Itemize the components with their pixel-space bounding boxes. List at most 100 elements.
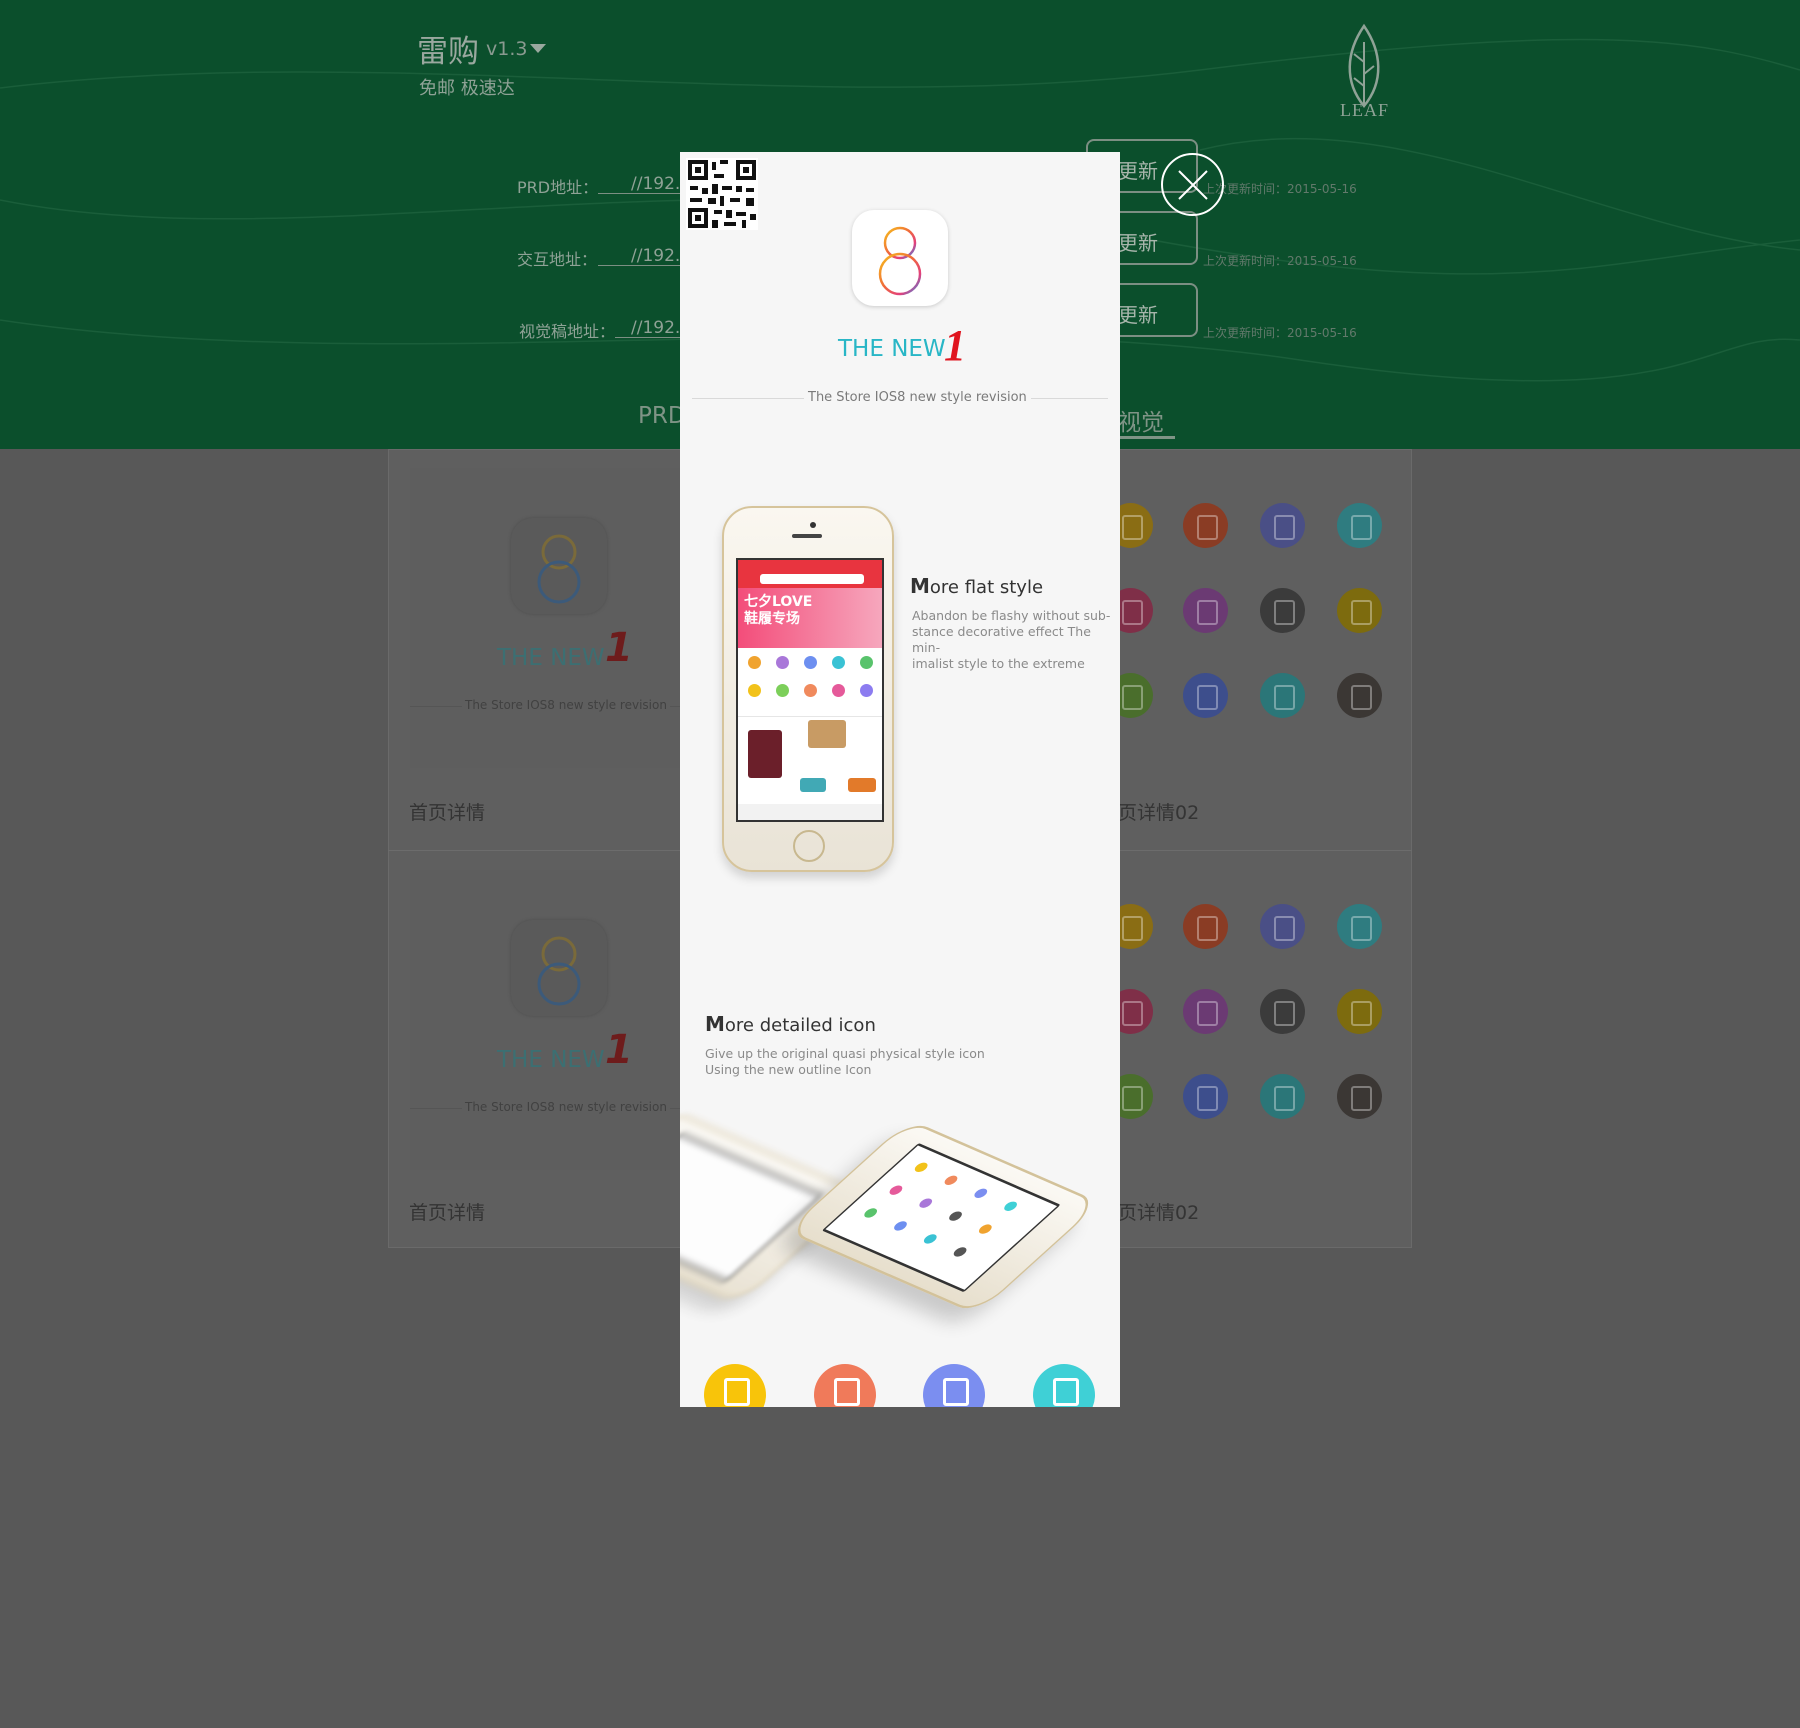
- feature-title: More detailed icon: [705, 1012, 876, 1036]
- category-icon: [1260, 1074, 1305, 1119]
- prd-update-button-label: 更新: [1118, 159, 1158, 183]
- category-icon: [1183, 1074, 1228, 1119]
- tab-prd[interactable]: PRD: [638, 403, 686, 429]
- phone-screen: [680, 1132, 823, 1283]
- app-icon-dot: [861, 1206, 880, 1220]
- thumb-number: 1: [605, 625, 633, 671]
- visual-update-time: 上次更新时间：2015-05-16: [1203, 326, 1357, 340]
- interaction-update-time: 上次更新时间：2015-05-16: [1203, 254, 1357, 268]
- app-search-bar: [760, 574, 864, 584]
- close-modal-button[interactable]: [1161, 153, 1224, 216]
- app-category-dot: [860, 684, 873, 697]
- app-category-dot: [776, 684, 789, 697]
- feature-description-line: Abandon be flashy without sub-: [912, 608, 1111, 623]
- app-category-dot: [748, 684, 761, 697]
- thumb-tagline: The Store IOS8 new style revision: [462, 698, 670, 712]
- category-icon: [1260, 904, 1305, 949]
- app-icon-dot: [921, 1232, 940, 1246]
- app-category-dot: [832, 656, 845, 669]
- screen-divider: [738, 716, 882, 717]
- phone-mockup: 七夕LOVE 鞋履专场: [722, 506, 894, 872]
- feature-description-line: Using the new outline Icon: [705, 1062, 872, 1077]
- app-category-dot: [804, 684, 817, 697]
- category-icon: [1183, 588, 1228, 633]
- app-icon-dot: [886, 1184, 905, 1197]
- card-caption[interactable]: 首页详情: [409, 1198, 485, 1225]
- category-icon: [1337, 904, 1382, 949]
- feature-description-line: stance decorative effect The min-: [912, 624, 1091, 655]
- category-icon: [1260, 989, 1305, 1034]
- prd-update-time: 上次更新时间：2015-05-16: [1203, 182, 1357, 196]
- app-icon-dot: [916, 1197, 935, 1210]
- thumb-title: THE NEW: [497, 1047, 605, 1073]
- hero-title: THE NEW: [838, 336, 946, 362]
- phone-camera: [810, 522, 816, 528]
- app-bottom-bar: [738, 804, 882, 820]
- card-caption[interactable]: 页详情02: [1118, 798, 1199, 825]
- phone-mockup-tilted: [785, 1119, 1101, 1315]
- ios8-icon: [511, 920, 607, 1016]
- app-category-dot: [748, 656, 761, 669]
- category-icon: [923, 1364, 985, 1407]
- preview-modal: THE NEW 1 The Store IOS8 new style revis…: [680, 152, 1120, 1407]
- card-caption[interactable]: 页详情02: [1118, 1198, 1199, 1225]
- close-icon: [1178, 170, 1208, 200]
- chevron-down-icon[interactable]: [530, 44, 546, 53]
- interaction-address-label: 交互地址：: [517, 250, 598, 269]
- category-icon: [814, 1364, 876, 1407]
- product-image: [848, 778, 876, 792]
- active-tab-indicator: [1117, 436, 1175, 439]
- feature-title-initial: M: [910, 574, 930, 598]
- app-title: 雷购: [417, 34, 479, 70]
- feature-title-initial: M: [705, 1012, 725, 1036]
- app-category-dot: [860, 656, 873, 669]
- visual-address-value[interactable]: //192.: [631, 318, 680, 338]
- card-thumbnail[interactable]: [410, 468, 700, 768]
- ios8-icon: [852, 210, 948, 306]
- app-icon-dot: [971, 1187, 990, 1200]
- app-icon-dot: [1001, 1200, 1020, 1213]
- category-icon: [1337, 1074, 1382, 1119]
- thumb-number: 1: [605, 1027, 633, 1073]
- app-icon-dot: [941, 1174, 960, 1187]
- interaction-update-button-label: 更新: [1118, 231, 1158, 255]
- prd-address-value[interactable]: //192.: [631, 174, 680, 194]
- category-icon: [1260, 503, 1305, 548]
- app-icon-dot: [891, 1219, 910, 1233]
- qr-code-icon[interactable]: [686, 158, 758, 230]
- category-icon: [1337, 673, 1382, 718]
- tab-visual[interactable]: 视觉: [1118, 403, 1164, 437]
- category-icon: [1260, 588, 1305, 633]
- product-image: [800, 778, 826, 792]
- feature-description: Abandon be flashy without sub- stance de…: [912, 608, 1120, 672]
- feature-title: More flat style: [910, 574, 1043, 598]
- category-icon: [1337, 503, 1382, 548]
- category-icon: [1260, 673, 1305, 718]
- category-icon: [1033, 1364, 1095, 1407]
- ios8-icon: [511, 518, 607, 614]
- visual-update-button-label: 更新: [1118, 303, 1158, 327]
- thumb-tagline: The Store IOS8 new style revision: [462, 1100, 670, 1114]
- app-category-dot: [776, 656, 789, 669]
- card-caption[interactable]: 首页详情: [409, 798, 485, 825]
- feature-description-line: imalist style to the extreme: [912, 656, 1085, 671]
- thumb-title: THE NEW: [497, 645, 605, 671]
- app-icon-dot: [951, 1245, 970, 1259]
- app-category-dot: [804, 656, 817, 669]
- category-icon: [704, 1364, 766, 1407]
- category-icon: [1183, 904, 1228, 949]
- phone-screen: [821, 1142, 1061, 1293]
- category-icon: [1337, 989, 1382, 1034]
- app-icon-dot: [946, 1209, 965, 1223]
- app-category-dot: [832, 684, 845, 697]
- feature-title-rest: ore detailed icon: [724, 1015, 876, 1036]
- phone-screen: 七夕LOVE 鞋履专场: [736, 558, 884, 822]
- hero-tagline: The Store IOS8 new style revision: [804, 390, 1031, 405]
- watch-image: [748, 730, 782, 778]
- interaction-address-value[interactable]: //192.: [631, 246, 680, 266]
- brand-logo-text: LEAF: [1340, 100, 1389, 120]
- phone-home-button: [793, 830, 825, 862]
- feature-description: Give up the original quasi physical styl…: [705, 1046, 985, 1078]
- version-label[interactable]: v1.3: [486, 38, 527, 60]
- card-thumbnail[interactable]: [410, 870, 700, 1170]
